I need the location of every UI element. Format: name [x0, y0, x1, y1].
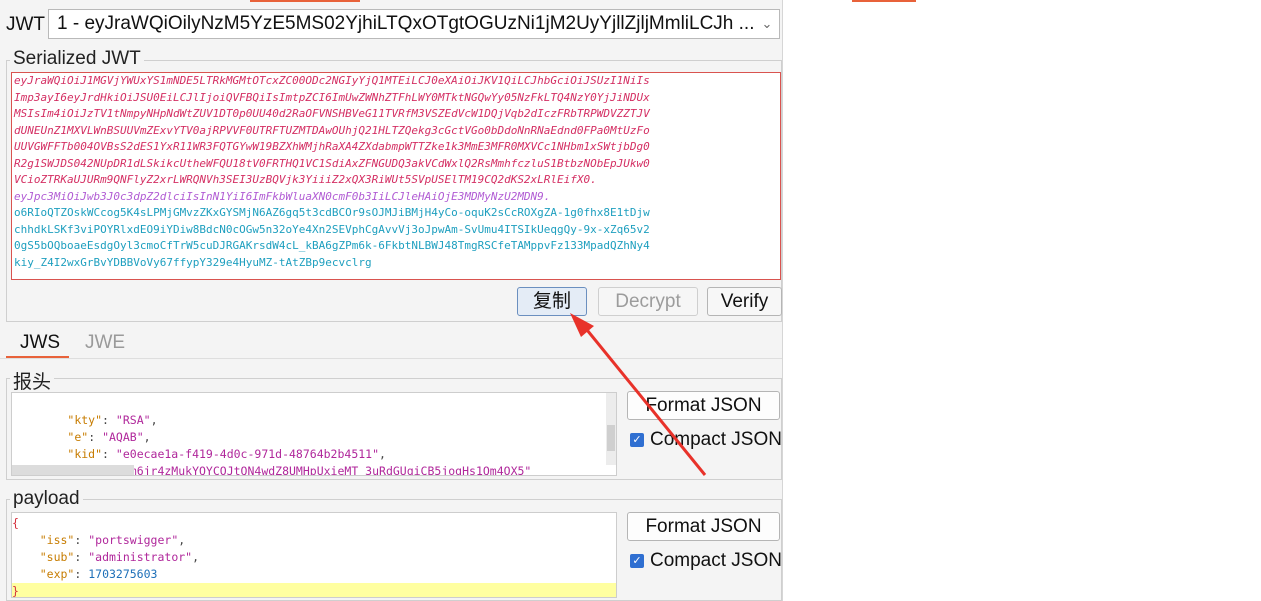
- annotation-arrow-shaft: [581, 324, 707, 476]
- annotation-arrow: [570, 313, 707, 476]
